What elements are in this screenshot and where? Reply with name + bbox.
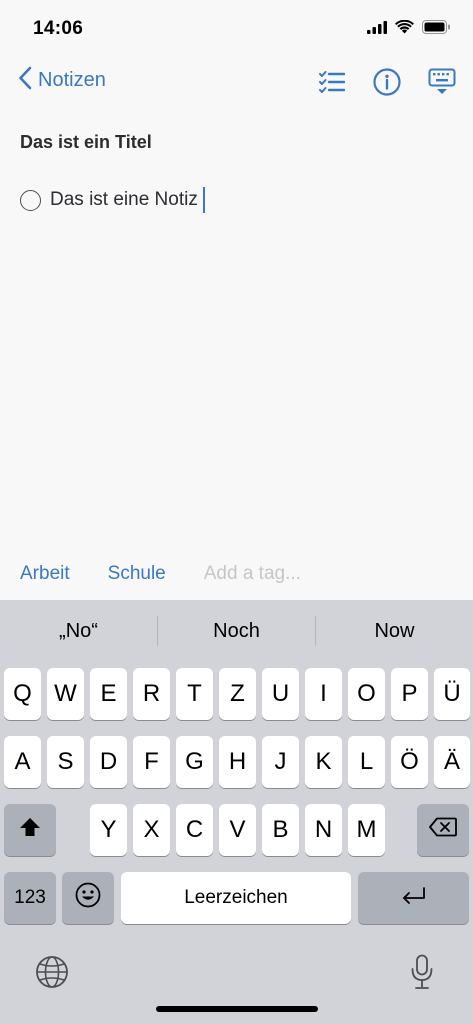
key-letter[interactable]: N	[305, 804, 342, 856]
key-letter[interactable]: B	[262, 804, 299, 856]
key-letter[interactable]: Z	[219, 668, 256, 720]
key-letter[interactable]: Ü	[434, 668, 470, 720]
return-key[interactable]	[358, 872, 469, 924]
key-letter[interactable]: C	[176, 804, 213, 856]
key-letter[interactable]: Q	[4, 668, 41, 720]
key-letter[interactable]: W	[47, 668, 84, 720]
todo-text[interactable]: Das ist eine Notiz	[50, 189, 198, 211]
cellular-signal-icon	[367, 20, 387, 39]
return-arrow-icon	[401, 884, 427, 912]
back-label: Notizen	[38, 69, 106, 91]
key-letter[interactable]: U	[262, 668, 299, 720]
numbers-key[interactable]: 123	[4, 872, 56, 924]
battery-icon	[422, 20, 451, 39]
shift-arrow-icon	[19, 816, 41, 844]
key-letter[interactable]: J	[262, 736, 299, 788]
text-cursor	[202, 187, 205, 213]
back-button[interactable]: Notizen	[18, 66, 106, 95]
key-letter[interactable]: S	[47, 736, 84, 788]
key-letter[interactable]: I	[305, 668, 342, 720]
key-letter[interactable]: O	[348, 668, 385, 720]
key-letter[interactable]: G	[176, 736, 213, 788]
shift-key[interactable]	[4, 804, 56, 856]
status-icons	[367, 19, 451, 39]
todo-item[interactable]: Das ist eine Notiz	[20, 186, 205, 214]
tags-bar: Arbeit Schule	[0, 558, 473, 590]
suggestion-item[interactable]: Now	[316, 620, 473, 643]
wifi-icon	[395, 19, 414, 39]
key-letter[interactable]: F	[133, 736, 170, 788]
key-letter[interactable]: Y	[90, 804, 127, 856]
key-letter[interactable]: A	[4, 736, 41, 788]
home-indicator	[156, 1006, 318, 1012]
space-key[interactable]: Leerzeichen	[121, 872, 351, 924]
key-letter[interactable]: R	[133, 668, 170, 720]
key-letter[interactable]: D	[90, 736, 127, 788]
key-letter[interactable]: K	[305, 736, 342, 788]
info-icon[interactable]	[371, 66, 403, 98]
todo-checkbox[interactable]	[20, 189, 41, 211]
add-tag-input[interactable]	[203, 563, 354, 585]
microphone-icon[interactable]	[402, 952, 442, 992]
key-letter[interactable]: L	[348, 736, 385, 788]
chevron-left-icon	[18, 66, 32, 95]
suggestion-bar: „No“ Noch Now	[0, 600, 473, 662]
key-letter[interactable]: P	[391, 668, 428, 720]
suggestion-item[interactable]: „No“	[0, 620, 157, 643]
status-time: 14:06	[33, 18, 84, 39]
tag-arbeit[interactable]: Arbeit	[20, 563, 70, 585]
emoji-key[interactable]	[62, 872, 114, 924]
status-bar: 14:06	[0, 0, 473, 56]
delete-backward-icon	[429, 816, 457, 844]
navigation-bar: Notizen	[0, 56, 473, 108]
key-letter[interactable]: X	[133, 804, 170, 856]
emoji-icon	[75, 882, 101, 915]
key-letter[interactable]: Ä	[434, 736, 470, 788]
keyboard-dismiss-icon[interactable]	[426, 66, 458, 98]
suggestion-item[interactable]: Noch	[158, 620, 315, 643]
backspace-key[interactable]	[417, 804, 469, 856]
key-letter[interactable]: V	[219, 804, 256, 856]
tag-schule[interactable]: Schule	[108, 563, 166, 585]
note-title[interactable]: Das ist ein Titel	[20, 132, 152, 153]
key-letter[interactable]: M	[348, 804, 385, 856]
key-letter[interactable]: T	[176, 668, 213, 720]
key-letter[interactable]: E	[90, 668, 127, 720]
key-letter[interactable]: H	[219, 736, 256, 788]
checklist-icon[interactable]	[316, 66, 348, 98]
key-letter[interactable]: Ö	[391, 736, 428, 788]
globe-icon[interactable]	[32, 952, 72, 992]
